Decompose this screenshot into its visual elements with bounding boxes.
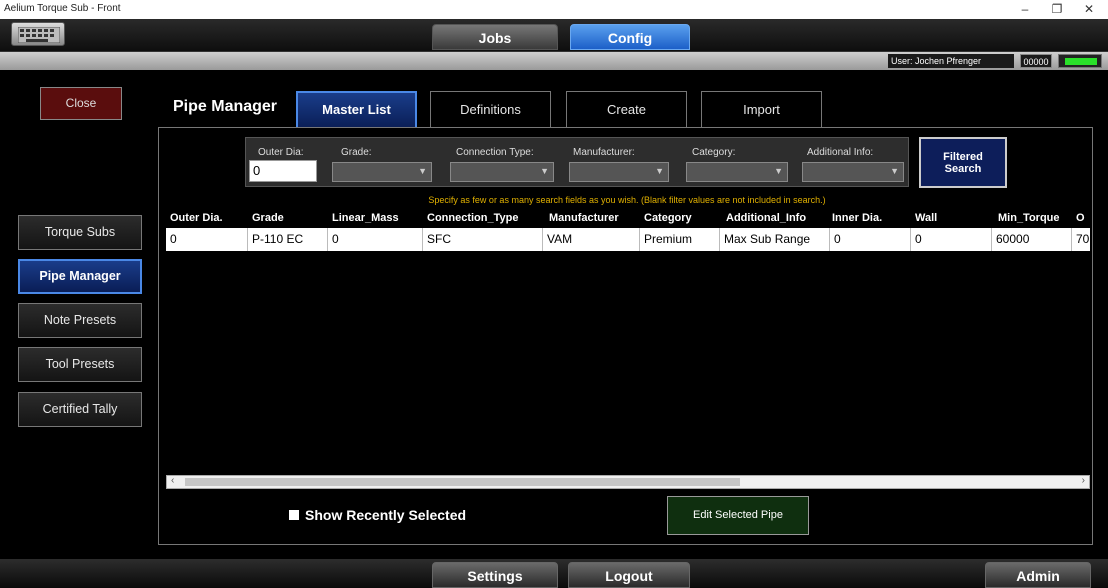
additional-info-label: Additional Info: <box>807 147 874 158</box>
grade-select[interactable]: ▼ <box>332 162 432 182</box>
filtered-search-button[interactable]: Filtered Search <box>919 137 1007 188</box>
bottom-bar: Settings Logout Admin <box>0 559 1108 588</box>
sidebar-item-note-presets[interactable]: Note Presets <box>18 303 142 338</box>
page-title: Pipe Manager <box>173 98 278 115</box>
sidebar-item-pipe-manager[interactable]: Pipe Manager <box>18 259 142 294</box>
window-titlebar: Aelium Torque Sub - Front – ❐ ✕ <box>0 0 1108 19</box>
sidebar-item-tool-presets[interactable]: Tool Presets <box>18 347 142 382</box>
cell-category: Premium <box>640 228 720 251</box>
horizontal-scrollbar[interactable]: ‹ › <box>166 475 1090 489</box>
col-connection-type[interactable]: Connection_Type <box>423 208 541 228</box>
filtered-search-line1: Filtered <box>943 151 983 163</box>
connection-type-select[interactable]: ▼ <box>450 162 554 182</box>
tab-import[interactable]: Import <box>701 91 822 128</box>
chevron-down-icon: ▼ <box>540 166 549 176</box>
col-wall[interactable]: Wall <box>911 208 989 228</box>
cell-outer-dia: 0 <box>166 228 248 251</box>
cell-additional-info: Max Sub Range <box>720 228 830 251</box>
category-select[interactable]: ▼ <box>686 162 788 182</box>
sidebar-item-certified-tally[interactable]: Certified Tally <box>18 392 142 427</box>
grade-label: Grade: <box>341 147 372 158</box>
close-button[interactable]: Close <box>40 87 122 120</box>
cell-manufacturer: VAM <box>543 228 640 251</box>
search-hint: Specify as few or as many search fields … <box>428 195 826 205</box>
col-category[interactable]: Category <box>640 208 718 228</box>
top-nav-bar: Jobs Config <box>0 19 1108 52</box>
chevron-down-icon: ▼ <box>418 166 427 176</box>
tab-definitions[interactable]: Definitions <box>430 91 551 128</box>
status-bar: User: Jochen Pfrenger 00000 <box>0 52 1108 70</box>
tab-create[interactable]: Create <box>566 91 687 128</box>
scroll-right-icon[interactable]: › <box>1082 475 1085 486</box>
window-close-button[interactable]: ✕ <box>1074 0 1104 19</box>
admin-button[interactable]: Admin <box>985 562 1091 588</box>
outer-dia-label: Outer Dia: <box>258 147 304 158</box>
manufacturer-select[interactable]: ▼ <box>569 162 669 182</box>
connection-type-label: Connection Type: <box>456 147 534 158</box>
show-recent-checkbox[interactable] <box>289 510 299 520</box>
cell-linear-mass: 0 <box>328 228 423 251</box>
table-header-row: Outer Dia. Grade Linear_Mass Connection_… <box>166 208 1090 228</box>
pipe-table: Outer Dia. Grade Linear_Mass Connection_… <box>166 208 1090 475</box>
manufacturer-label: Manufacturer: <box>573 147 635 158</box>
outer-dia-input[interactable]: 0 <box>249 160 317 182</box>
scroll-left-icon[interactable]: ‹ <box>171 475 174 486</box>
chevron-down-icon: ▼ <box>655 166 664 176</box>
current-user: User: Jochen Pfrenger <box>888 54 1014 68</box>
status-led-icon <box>1065 58 1097 65</box>
col-outer-dia[interactable]: Outer Dia. <box>166 208 246 228</box>
cell-truncated: 70 <box>1076 232 1090 246</box>
show-recent-label[interactable]: Show Recently Selected <box>305 507 466 523</box>
chevron-down-icon: ▼ <box>890 166 899 176</box>
cell-grade: P-110 EC <box>248 228 328 251</box>
settings-button[interactable]: Settings <box>432 562 558 588</box>
col-manufacturer[interactable]: Manufacturer <box>545 208 639 228</box>
status-code: 00000 <box>1020 54 1052 68</box>
logout-button[interactable]: Logout <box>568 562 690 588</box>
cell-connection-type: SFC <box>423 228 543 251</box>
cell-min-torque: 60000 <box>992 228 1072 251</box>
table-row[interactable]: 0 P-110 EC 0 SFC VAM Premium Max Sub Ran… <box>166 228 1090 251</box>
chevron-down-icon: ▼ <box>774 166 783 176</box>
additional-info-select[interactable]: ▼ <box>802 162 904 182</box>
tab-master-list[interactable]: Master List <box>296 91 417 128</box>
keyboard-icon[interactable] <box>11 22 65 46</box>
col-inner-dia[interactable]: Inner Dia. <box>828 208 908 228</box>
scrollbar-thumb[interactable] <box>185 478 740 486</box>
cell-inner-dia: 0 <box>830 228 911 251</box>
col-grade[interactable]: Grade <box>248 208 326 228</box>
restore-button[interactable]: ❐ <box>1042 0 1072 19</box>
col-additional-info[interactable]: Additional_Info <box>722 208 820 228</box>
window-title: Aelium Torque Sub - Front <box>4 3 121 14</box>
minimize-button[interactable]: – <box>1010 0 1040 19</box>
col-linear-mass[interactable]: Linear_Mass <box>328 208 420 228</box>
jobs-tab[interactable]: Jobs <box>432 24 558 50</box>
col-truncated[interactable]: O <box>1072 208 1090 228</box>
col-min-torque[interactable]: Min_Torque <box>994 208 1072 228</box>
config-tab[interactable]: Config <box>570 24 690 50</box>
category-label: Category: <box>692 147 736 158</box>
connection-indicator <box>1058 54 1102 68</box>
filtered-search-line2: Search <box>944 163 982 175</box>
cell-wall: 0 <box>911 228 992 251</box>
sidebar-item-torque-subs[interactable]: Torque Subs <box>18 215 142 250</box>
edit-selected-pipe-button[interactable]: Edit Selected Pipe <box>667 496 809 535</box>
